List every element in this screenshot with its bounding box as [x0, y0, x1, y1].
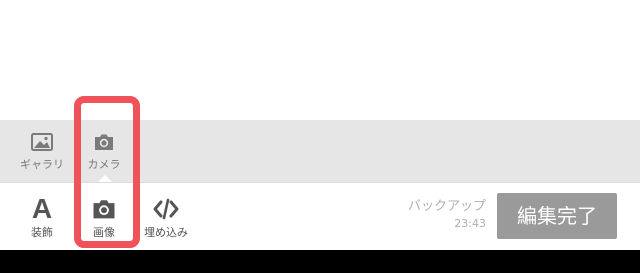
- gallery-label: ギャラリ: [20, 158, 64, 171]
- camera-icon: [95, 134, 113, 150]
- system-bottom-bar: [0, 250, 640, 273]
- backup-label: バックアップ: [407, 199, 486, 214]
- decoration-button[interactable]: A 装飾: [12, 183, 72, 251]
- camera-icon: [93, 200, 115, 219]
- backup-status[interactable]: バックアップ 23:43: [390, 199, 486, 233]
- gallery-button[interactable]: ギャラリ: [14, 120, 70, 182]
- camera-label: カメラ: [87, 158, 121, 171]
- embed-button[interactable]: 埋め込み: [136, 183, 196, 251]
- editor-toolbar: A 装飾 画像 埋め込み バックアップ 23:43 編集完了: [0, 182, 640, 250]
- editor-content-area[interactable]: [0, 0, 640, 120]
- media-picker-row: ギャラリ カメラ: [0, 120, 640, 182]
- camera-button[interactable]: カメラ: [76, 120, 132, 182]
- backup-time: 23:43: [454, 217, 486, 230]
- popover-caret: [98, 175, 112, 182]
- finish-editing-button[interactable]: 編集完了: [497, 193, 617, 239]
- image-label: 画像: [93, 226, 115, 239]
- gallery-icon: [31, 133, 53, 151]
- decoration-label: 装飾: [31, 226, 53, 239]
- image-button[interactable]: 画像: [74, 183, 134, 251]
- embed-label: 埋め込み: [144, 226, 188, 239]
- code-embed-icon: [153, 198, 179, 220]
- text-decoration-icon: A: [31, 193, 53, 224]
